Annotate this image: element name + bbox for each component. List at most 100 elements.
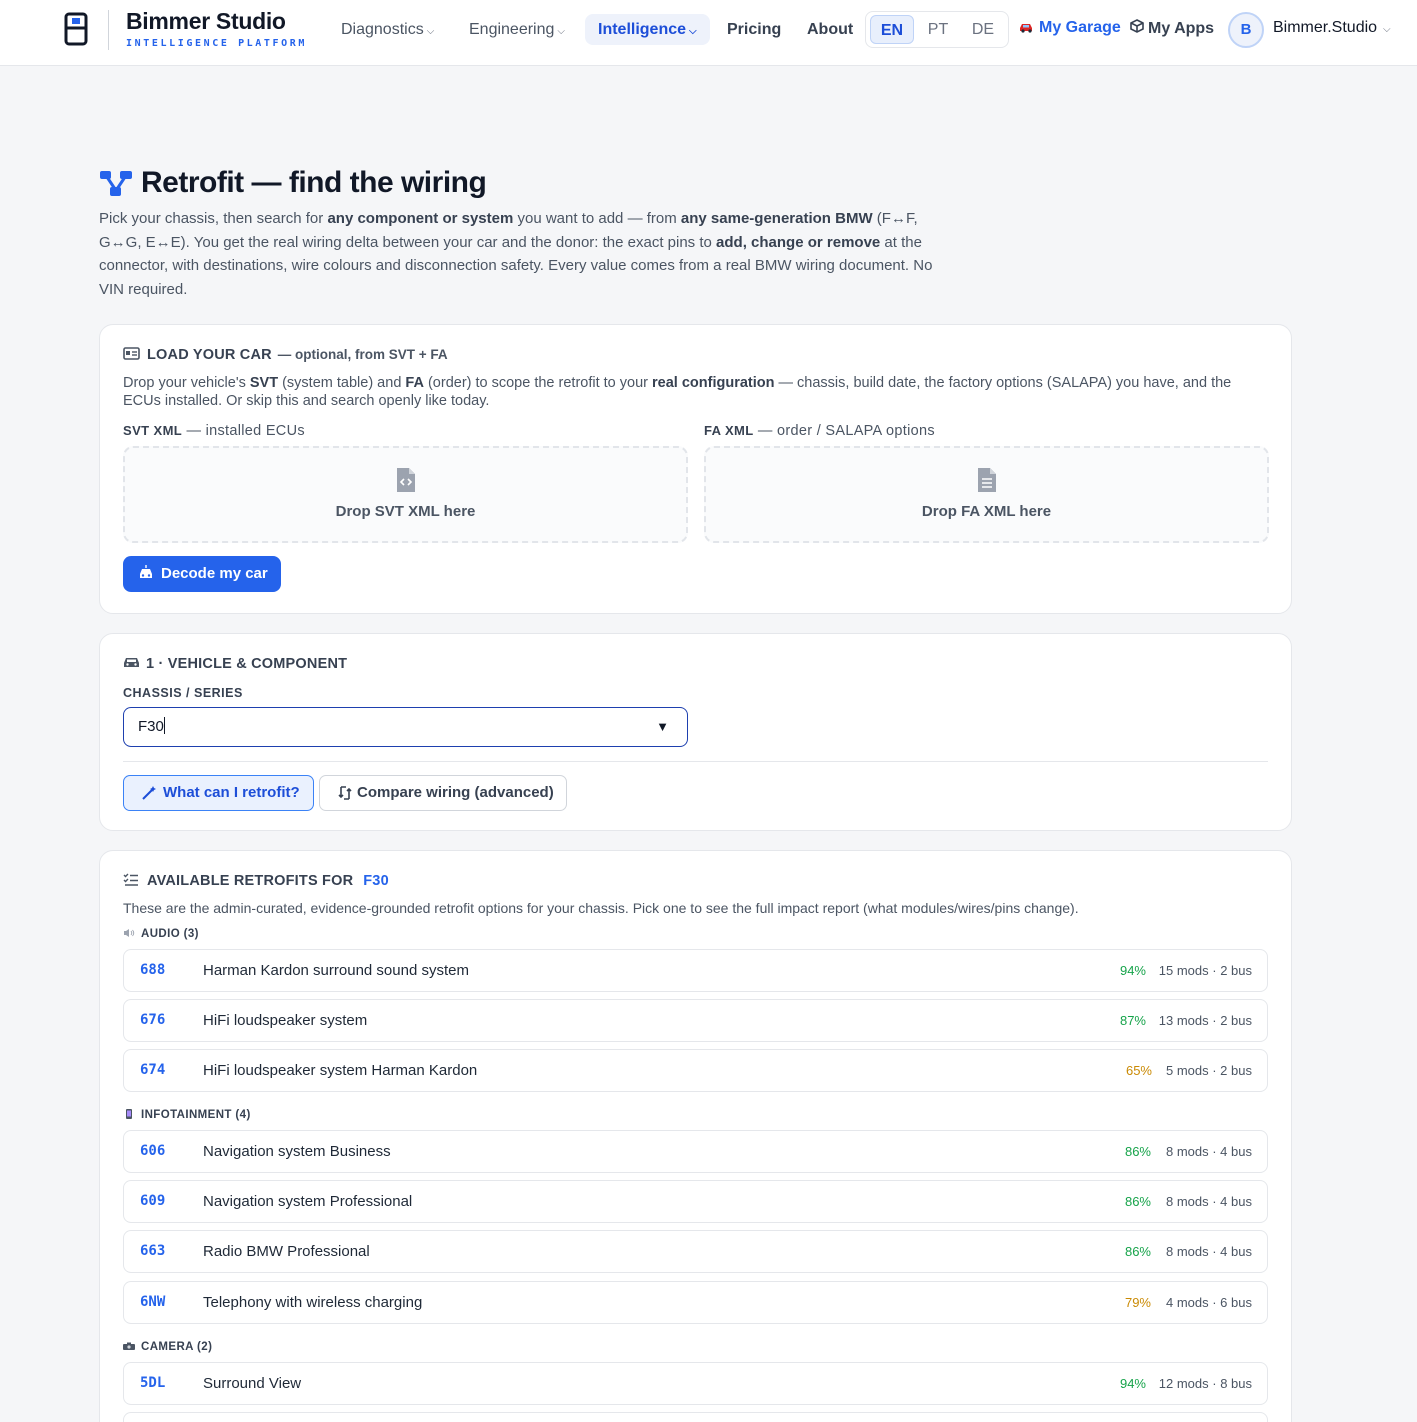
chassis-label: CHASSIS / SERIES [123,686,243,700]
module-bus-count: 8 mods · 4 bus [1166,1194,1252,1209]
desc-emphasis: FA [405,375,424,391]
divider [123,761,1268,762]
avatar[interactable]: B [1228,12,1264,48]
intro-part: you want to add — from [513,210,681,227]
retrofit-button-label: What can I retrofit? [163,784,300,801]
chevron-down-icon: ⌵ [689,26,697,37]
nav-engineering[interactable]: Engineering ⌵ [469,14,565,45]
svt-drop-label: Drop SVT XML here [335,503,476,520]
desc-part: (system table) and [278,375,406,391]
available-heading: AVAILABLE RETROFITS FOR F30 [123,873,389,889]
module-bus-count: 5 mods · 2 bus [1166,1063,1252,1078]
retrofit-row[interactable]: 609 Navigation system Professional 86% 8… [123,1180,1268,1223]
camera-icon [123,1342,135,1350]
retrofit-row[interactable]: 5DL Surround View 94% 12 mods · 8 bus [123,1362,1268,1405]
text-cursor [163,717,165,734]
compare-button-label: Compare wiring (advanced) [357,784,554,801]
option-code: 688 [140,962,166,978]
retrofit-row[interactable]: 6NW Telephony with wireless charging 79%… [123,1281,1268,1324]
retrofit-row[interactable]: 688 Harman Kardon surround sound system … [123,949,1268,992]
confidence: 65% [1125,1063,1152,1078]
category-camera: CAMERA (2) [123,1341,212,1353]
load-car-description: Drop your vehicle's SVT (system table) a… [123,374,1268,410]
option-code: 5DL [140,1375,166,1391]
category-infotainment: INFOTAINMENT (4) [123,1109,251,1121]
confidence: 86% [1124,1194,1151,1209]
module-bus-count: 12 mods · 8 bus [1158,1376,1252,1391]
available-chassis: F30 [363,873,389,889]
dropdown-arrow-icon: ▼ [656,719,669,734]
option-name: Surround View [203,1375,302,1392]
nav-engineering-label: Engineering [469,21,555,38]
user-menu[interactable]: Bimmer.Studio ⌵ [1273,19,1391,37]
lang-en[interactable]: EN [870,15,914,44]
brand-subtitle: INTELLIGENCE PLATFORM [126,38,308,49]
module-bus-count: 4 mods · 6 bus [1166,1295,1252,1310]
my-garage-link[interactable]: My Garage [1019,19,1121,37]
intro-emphasis: any component or system [327,210,514,227]
nav-about[interactable]: About [807,14,853,45]
chassis-select[interactable]: F30 ▼ [123,707,688,747]
chevron-down-icon: ⌵ [557,26,565,37]
confidence: 86% [1124,1144,1151,1159]
module-bus-count: 8 mods · 4 bus [1166,1244,1252,1259]
diagram-icon [100,171,132,196]
svt-dropzone[interactable]: Drop SVT XML here [123,446,688,543]
id-card-icon [123,347,140,360]
desc-part: (order) to scope the retrofit to your [423,375,653,391]
option-name: Telephony with wireless charging [203,1294,423,1311]
decode-car-button[interactable]: Decode my car [123,556,281,592]
option-name: HiFi loudspeaker system [203,1012,368,1029]
vehicle-heading: 1 · VEHICLE & COMPONENT [123,656,347,672]
retrofit-row-partial[interactable] [123,1412,1268,1422]
category-label: AUDIO (3) [141,928,199,940]
category-audio: AUDIO (3) [123,928,199,940]
retrofit-row[interactable]: 674 HiFi loudspeaker system Harman Kardo… [123,1049,1268,1092]
chevron-down-icon: ⌵ [426,26,435,37]
box-icon [1130,19,1144,33]
lang-pt[interactable]: PT [916,15,960,44]
category-label: CAMERA (2) [141,1341,213,1353]
option-name: Navigation system Professional [203,1193,413,1210]
option-name: Harman Kardon surround sound system [203,962,469,979]
option-name: Radio BMW Professional [203,1243,370,1260]
my-apps-link[interactable]: My Apps [1130,19,1214,38]
brand-name[interactable]: Bimmer Studio [126,8,286,35]
my-garage-label: My Garage [1039,19,1121,36]
option-code: 663 [140,1243,166,1259]
nav-pricing[interactable]: Pricing [727,14,781,45]
retrofit-row[interactable]: 676 HiFi loudspeaker system 87% 13 mods … [123,999,1268,1042]
compare-arrows-icon [338,786,352,800]
retrofit-row[interactable]: 663 Radio BMW Professional 86% 8 mods · … [123,1230,1268,1273]
compare-wiring-button[interactable]: Compare wiring (advanced) [319,775,567,811]
load-car-heading: LOAD YOUR CAR — optional, from SVT + FA [123,347,448,363]
fa-field-label: FA XML — order / SALAPA options [704,423,935,439]
svt-field-label: SVT XML — installed ECUs [123,423,305,439]
retrofit-row[interactable]: 606 Navigation system Business 86% 8 mod… [123,1130,1268,1173]
chevron-down-icon: ⌵ [1383,24,1391,35]
load-car-subtitle: — optional, from SVT + FA [277,347,448,362]
fa-dropzone[interactable]: Drop FA XML here [704,446,1269,543]
nav-diagnostics[interactable]: Diagnostics ⌵ [341,14,434,45]
option-name: Navigation system Business [203,1143,391,1160]
lang-de[interactable]: DE [961,15,1005,44]
module-bus-count: 15 mods · 2 bus [1158,963,1252,978]
logo-divider [108,10,109,50]
decode-button-label: Decode my car [161,565,268,582]
car-front-icon [140,565,152,578]
nav-intelligence-label: Intelligence [598,21,687,38]
option-code: 674 [140,1062,166,1078]
load-car-card: LOAD YOUR CAR — optional, from SVT + FA D… [99,324,1292,614]
vehicle-card: 1 · VEHICLE & COMPONENT CHASSIS / SERIES… [99,633,1292,831]
intro-emphasis: add, change or remove [716,233,881,251]
nav-intelligence[interactable]: Intelligence ⌵ [585,14,710,45]
logo-icon[interactable] [64,12,88,46]
file-code-icon [396,468,415,492]
intro-part: Pick your chassis, then search for [99,210,328,227]
fa-label: FA XML [704,423,754,438]
nav-diagnostics-label: Diagnostics [341,21,424,38]
what-can-i-retrofit-button[interactable]: What can I retrofit? [123,775,314,811]
load-car-title: LOAD YOUR CAR [147,347,272,363]
my-apps-label: My Apps [1148,20,1215,37]
option-code: 6NW [140,1294,166,1310]
